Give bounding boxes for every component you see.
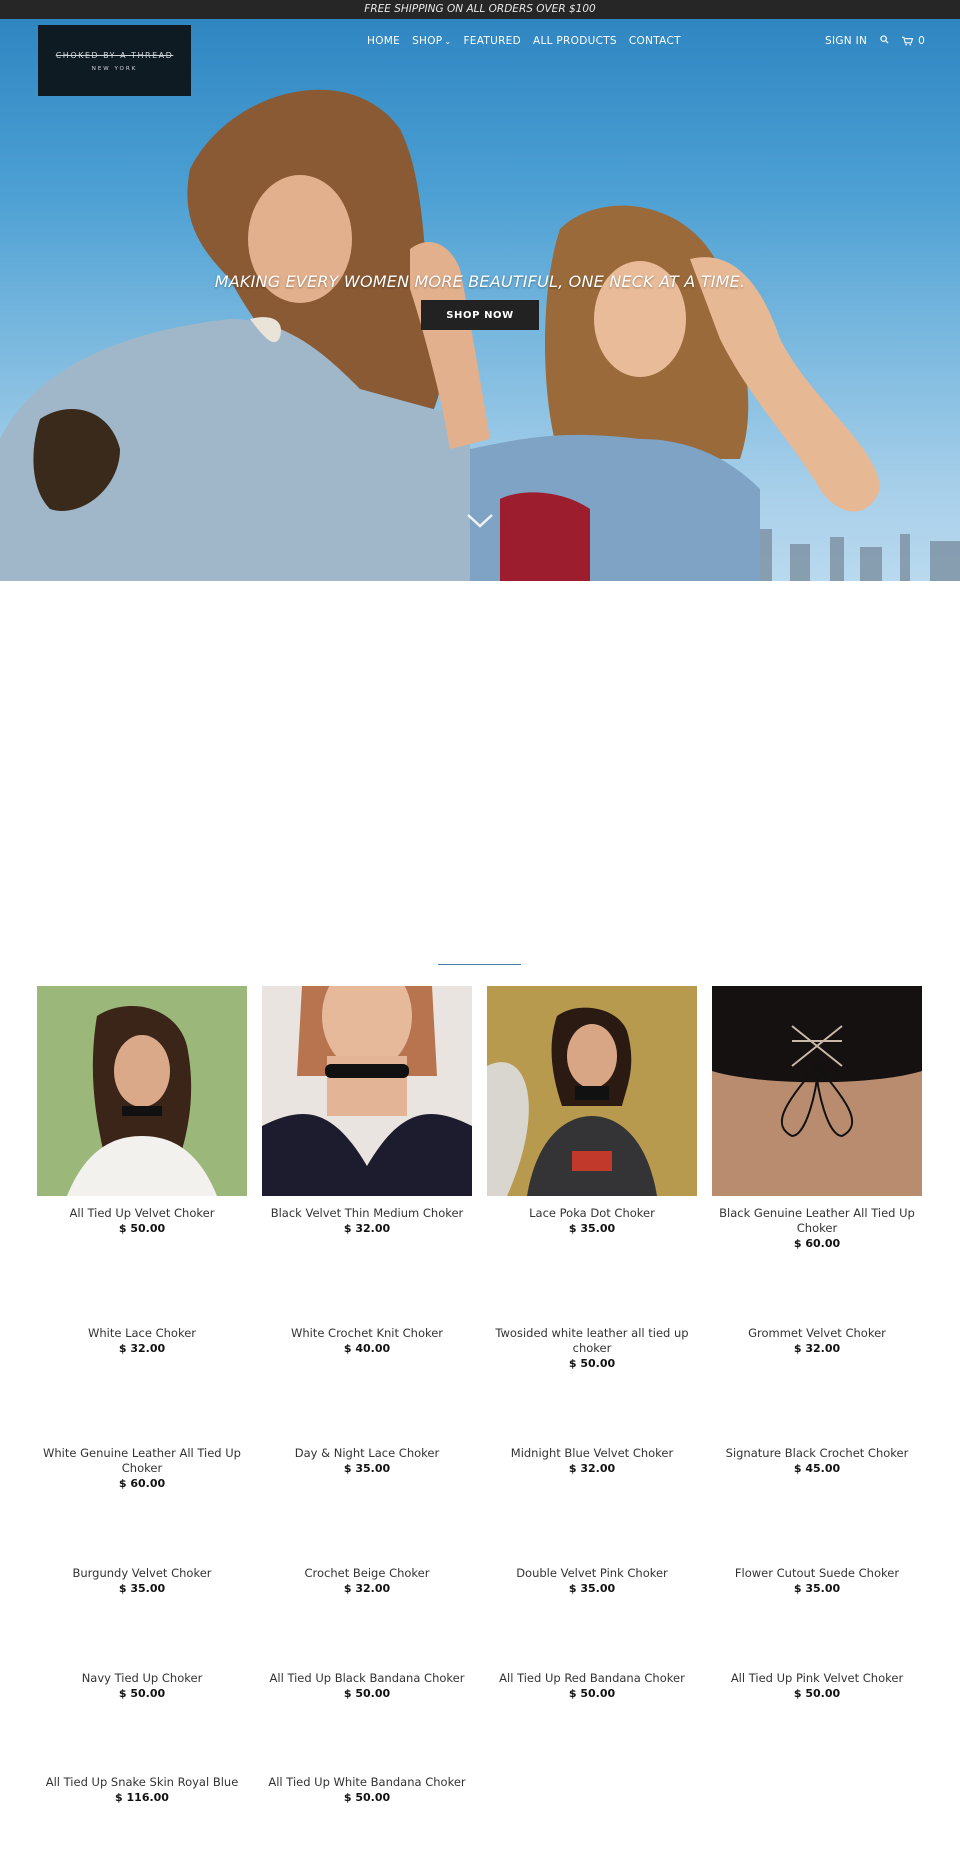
search-icon[interactable]	[880, 35, 889, 47]
nav-all-products[interactable]: ALL PRODUCTS	[533, 35, 617, 47]
product-card[interactable]: Twosided white leather all tied up choke…	[487, 1326, 697, 1371]
product-price: $ 40.00	[343, 1342, 391, 1355]
product-name[interactable]: Twosided white leather all tied up choke…	[487, 1326, 697, 1356]
product-card[interactable]: Lace Poka Dot Choker $ 35.00	[487, 1206, 697, 1236]
cart-count: 0	[918, 35, 926, 47]
nav-shop-label: SHOP	[412, 35, 443, 47]
product-card[interactable]: Navy Tied Up Choker $ 50.00	[37, 1671, 247, 1701]
product-card[interactable]: Midnight Blue Velvet Choker $ 32.00	[487, 1446, 697, 1476]
product-card[interactable]: Double Velvet Pink Choker $ 35.00	[487, 1566, 697, 1596]
product-price: $ 32.00	[118, 1342, 166, 1355]
product-card[interactable]: Flower Cutout Suede Choker $ 35.00	[712, 1566, 922, 1596]
product-card[interactable]: White Crochet Knit Choker $ 40.00	[262, 1326, 472, 1356]
product-price: $ 32.00	[343, 1222, 391, 1235]
product-name[interactable]: All Tied Up White Bandana Choker	[262, 1775, 472, 1790]
product-name[interactable]: Burgundy Velvet Choker	[37, 1566, 247, 1581]
nav-home[interactable]: HOME	[367, 35, 400, 47]
product-price: $ 50.00	[568, 1687, 616, 1700]
product-price: $ 50.00	[568, 1357, 616, 1370]
logo-line2: NEW YORK	[91, 66, 138, 72]
section-divider	[438, 964, 521, 965]
product-price: $ 116.00	[115, 1791, 169, 1804]
shop-now-button[interactable]: SHOP NOW	[421, 300, 539, 330]
product-name[interactable]: Black Velvet Thin Medium Choker	[262, 1206, 472, 1221]
product-name[interactable]: Navy Tied Up Choker	[37, 1671, 247, 1686]
nav-featured[interactable]: FEATURED	[463, 35, 521, 47]
product-price: $ 60.00	[793, 1237, 841, 1250]
product-name[interactable]: Flower Cutout Suede Choker	[712, 1566, 922, 1581]
product-price: $ 32.00	[343, 1582, 391, 1595]
product-name[interactable]: All Tied Up Black Bandana Choker	[262, 1671, 472, 1686]
product-price: $ 32.00	[793, 1342, 841, 1355]
product-card[interactable]: All Tied Up Black Bandana Choker $ 50.00	[262, 1671, 472, 1701]
product-name[interactable]: White Lace Choker	[37, 1326, 247, 1341]
chevron-down-icon: ⌄	[444, 37, 452, 46]
product-price: $ 50.00	[793, 1687, 841, 1700]
announcement-text: FREE SHIPPING ON ALL ORDERS OVER $100	[364, 3, 596, 15]
product-image[interactable]	[712, 986, 922, 1196]
product-price: $ 35.00	[568, 1582, 616, 1595]
product-card[interactable]: All Tied Up Snake Skin Royal Blue $ 116.…	[37, 1775, 247, 1805]
product-card[interactable]: Signature Black Crochet Choker $ 45.00	[712, 1446, 922, 1476]
product-price: $ 50.00	[343, 1687, 391, 1700]
product-price: $ 50.00	[343, 1791, 391, 1804]
product-card[interactable]: All Tied Up Red Bandana Choker $ 50.00	[487, 1671, 697, 1701]
product-name[interactable]: Signature Black Crochet Choker	[712, 1446, 922, 1461]
product-price: $ 50.00	[118, 1222, 166, 1235]
main-nav: HOME SHOP ⌄ FEATURED ALL PRODUCTS CONTACT…	[0, 35, 960, 55]
product-name[interactable]: Grommet Velvet Choker	[712, 1326, 922, 1341]
product-card[interactable]: Black Genuine Leather All Tied Up Choker…	[712, 1206, 922, 1251]
product-name[interactable]: All Tied Up Velvet Choker	[37, 1206, 247, 1221]
product-name[interactable]: Day & Night Lace Choker	[262, 1446, 472, 1461]
product-name[interactable]: All Tied Up Snake Skin Royal Blue	[37, 1775, 247, 1790]
sign-in-link[interactable]: SIGN IN	[825, 35, 867, 47]
product-name[interactable]: All Tied Up Red Bandana Choker	[487, 1671, 697, 1686]
product-name[interactable]: White Crochet Knit Choker	[262, 1326, 472, 1341]
hero-tagline: MAKING EVERY WOMEN MORE BEAUTIFUL, ONE N…	[214, 272, 746, 291]
product-name[interactable]: Crochet Beige Choker	[262, 1566, 472, 1581]
product-price: $ 50.00	[118, 1687, 166, 1700]
nav-shop[interactable]: SHOP ⌄	[412, 35, 451, 47]
product-card[interactable]: Burgundy Velvet Choker $ 35.00	[37, 1566, 247, 1596]
product-card[interactable]: White Lace Choker $ 32.00	[37, 1326, 247, 1356]
product-name[interactable]: Midnight Blue Velvet Choker	[487, 1446, 697, 1461]
product-card[interactable]: All Tied Up Pink Velvet Choker $ 50.00	[712, 1671, 922, 1701]
product-card[interactable]: Crochet Beige Choker $ 32.00	[262, 1566, 472, 1596]
product-price: $ 35.00	[568, 1222, 616, 1235]
product-name[interactable]: Double Velvet Pink Choker	[487, 1566, 697, 1581]
product-card[interactable]: Black Velvet Thin Medium Choker $ 32.00	[262, 1206, 472, 1236]
product-price: $ 35.00	[343, 1462, 391, 1475]
product-price: $ 35.00	[793, 1582, 841, 1595]
chevron-down-icon[interactable]	[466, 513, 494, 529]
product-image[interactable]	[487, 986, 697, 1196]
product-card[interactable]: White Genuine Leather All Tied Up Choker…	[37, 1446, 247, 1491]
product-price: $ 35.00	[118, 1582, 166, 1595]
product-image[interactable]	[37, 986, 247, 1196]
cart-link[interactable]: 0	[902, 35, 925, 47]
product-name[interactable]: Black Genuine Leather All Tied Up Choker	[712, 1206, 922, 1236]
hero-banner: CHOKED BY A THREAD NEW YORK HOME SHOP ⌄ F…	[0, 19, 960, 581]
product-name[interactable]: All Tied Up Pink Velvet Choker	[712, 1671, 922, 1686]
product-name[interactable]: White Genuine Leather All Tied Up Choker	[37, 1446, 247, 1476]
product-price: $ 60.00	[118, 1477, 166, 1490]
product-card[interactable]: Day & Night Lace Choker $ 35.00	[262, 1446, 472, 1476]
product-price: $ 32.00	[568, 1462, 616, 1475]
product-card[interactable]: Grommet Velvet Choker $ 32.00	[712, 1326, 922, 1356]
product-price: $ 45.00	[793, 1462, 841, 1475]
announcement-bar: FREE SHIPPING ON ALL ORDERS OVER $100	[0, 0, 960, 19]
cart-icon	[902, 36, 914, 46]
product-card[interactable]: All Tied Up White Bandana Choker $ 50.00	[262, 1775, 472, 1805]
nav-contact[interactable]: CONTACT	[629, 35, 681, 47]
product-card[interactable]: All Tied Up Velvet Choker $ 50.00	[37, 1206, 247, 1236]
product-image[interactable]	[262, 986, 472, 1196]
product-name[interactable]: Lace Poka Dot Choker	[487, 1206, 697, 1221]
